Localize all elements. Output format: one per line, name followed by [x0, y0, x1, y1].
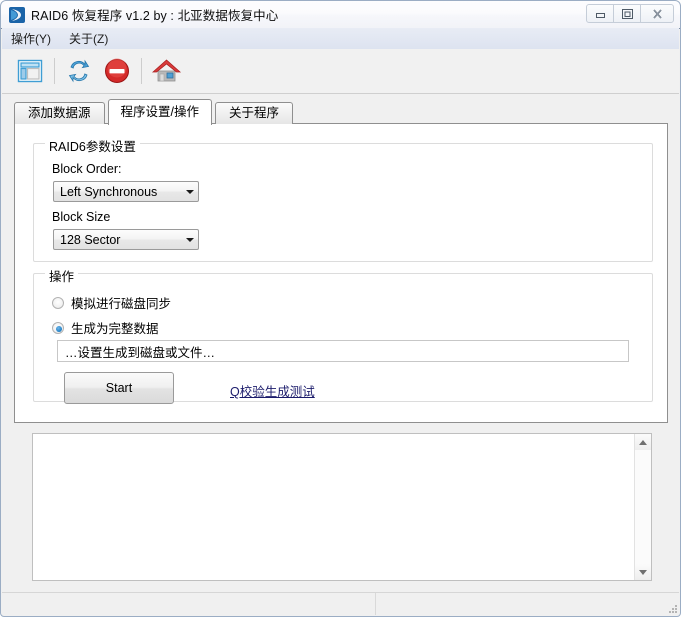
status-bar-right-panel	[376, 593, 679, 615]
tab-about-program[interactable]: 关于程序	[215, 102, 294, 124]
refresh-icon	[68, 59, 90, 83]
tab-add-data-source[interactable]: 添加数据源	[14, 102, 105, 124]
radio-button-checked-icon[interactable]	[52, 321, 64, 334]
log-output-pane	[32, 433, 652, 581]
status-bar	[2, 592, 679, 615]
block-order-value: Left Synchronous	[60, 184, 158, 199]
tab-panel: RAID6参数设置 Block Order: Left Synchronous …	[14, 123, 668, 423]
toolbar-separator	[54, 58, 55, 84]
status-bar-left-panel	[2, 593, 376, 615]
chevron-down-icon[interactable]	[181, 230, 198, 249]
title-bar: RAID6 恢复程序 v1.2 by : 北亚数据恢复中心	[1, 1, 680, 29]
tab-strip: 添加数据源 程序设置/操作 关于程序	[14, 99, 296, 125]
toolbar-button-stop[interactable]	[98, 52, 136, 90]
operations-group: 操作 模拟进行磁盘同步 生成为完整数据 …设置生成到磁盘或文件… Start Q…	[33, 266, 653, 404]
radio-simulate-disk-sync[interactable]: 模拟进行磁盘同步	[52, 293, 171, 312]
scrollbar-track[interactable]	[635, 450, 651, 564]
radio-button-unchecked-icon[interactable]	[52, 296, 64, 309]
menu-item-operations[interactable]: 操作(Y)	[2, 28, 60, 49]
block-order-combobox[interactable]: Left Synchronous	[53, 181, 199, 202]
log-scrollbar[interactable]	[634, 434, 651, 580]
resize-grip-icon[interactable]	[665, 601, 677, 613]
minimize-icon	[595, 13, 605, 18]
home-icon	[151, 59, 182, 82]
block-order-label: Block Order:	[52, 162, 122, 176]
radio-generate-full-data[interactable]: 生成为完整数据	[52, 318, 159, 337]
raid-app-icon	[9, 6, 25, 23]
window-title: RAID6 恢复程序 v1.2 by : 北亚数据恢复中心	[31, 9, 279, 23]
panel-layout-icon	[17, 59, 43, 83]
application-window: RAID6 恢复程序 v1.2 by : 北亚数据恢复中心 操作(Y) 关于(Z…	[0, 0, 681, 617]
q-parity-test-link[interactable]: Q校验生成测试	[230, 381, 315, 400]
operations-group-title: 操作	[45, 266, 79, 285]
block-size-combobox[interactable]: 128 Sector	[53, 229, 199, 250]
raid-params-group: RAID6参数设置 Block Order: Left Synchronous …	[33, 136, 653, 262]
toolbar-separator	[141, 58, 142, 84]
tab-program-settings[interactable]: 程序设置/操作	[107, 99, 212, 125]
scroll-down-button[interactable]	[635, 564, 651, 580]
target-path-input[interactable]: …设置生成到磁盘或文件…	[57, 340, 629, 362]
stop-icon	[105, 58, 129, 83]
minimize-button[interactable]	[586, 4, 614, 23]
toolbar-button-home[interactable]	[147, 52, 185, 90]
target-path-value: …设置生成到磁盘或文件…	[65, 345, 216, 360]
maximize-button[interactable]	[613, 4, 641, 23]
chevron-up-icon	[639, 439, 647, 445]
scroll-up-button[interactable]	[635, 434, 651, 450]
start-button[interactable]: Start	[64, 372, 174, 404]
block-size-label: Block Size	[52, 210, 111, 224]
toolbar-button-refresh[interactable]	[60, 52, 98, 90]
radio-simulate-disk-sync-label: 模拟进行磁盘同步	[71, 297, 172, 311]
log-output-text[interactable]	[33, 434, 634, 580]
chevron-down-icon	[639, 569, 647, 575]
chevron-down-icon[interactable]	[181, 182, 198, 201]
window-controls	[586, 4, 674, 23]
menu-bar: 操作(Y) 关于(Z)	[2, 28, 679, 50]
toolbar-button-panel-layout[interactable]	[11, 52, 49, 90]
toolbar	[2, 49, 679, 94]
maximize-icon	[621, 8, 633, 19]
block-size-value: 128 Sector	[60, 232, 121, 247]
close-icon	[652, 8, 662, 19]
radio-generate-full-data-label: 生成为完整数据	[71, 322, 159, 336]
raid-params-group-title: RAID6参数设置	[45, 136, 140, 155]
menu-item-about[interactable]: 关于(Z)	[60, 28, 117, 49]
close-button[interactable]	[640, 4, 674, 23]
